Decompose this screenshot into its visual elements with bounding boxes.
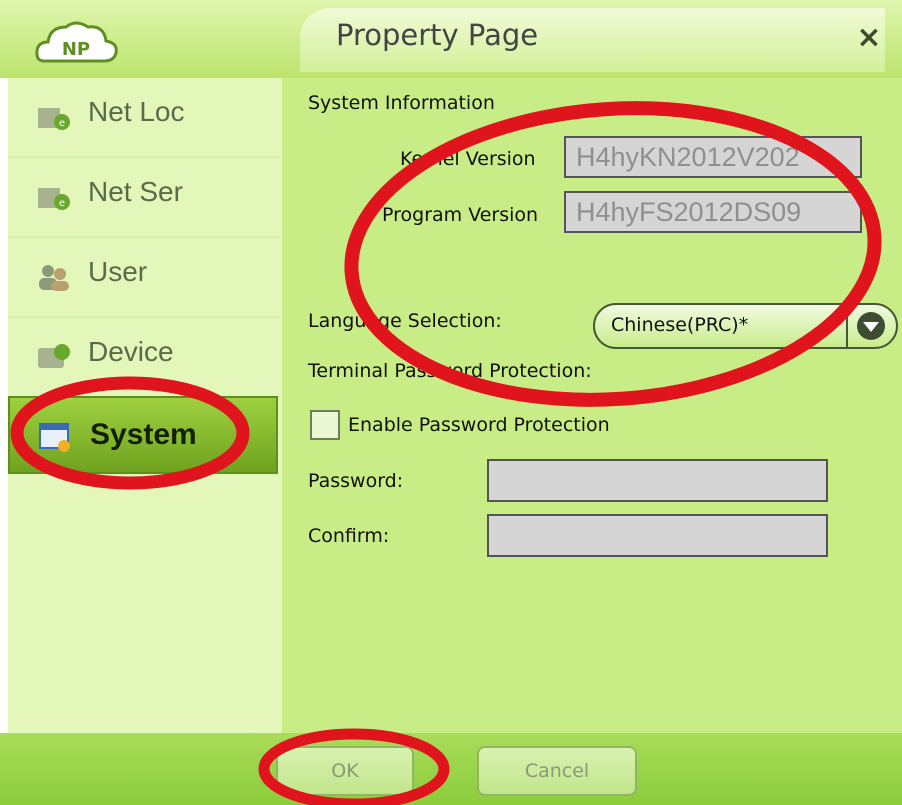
sidebar-item-device[interactable]: Device — [8, 318, 280, 398]
cancel-button[interactable]: Cancel — [477, 746, 637, 796]
sidebar-item-label: Net Loc — [88, 96, 185, 127]
sidebar-item-label: System — [90, 418, 197, 451]
language-dropdown[interactable]: Chinese(PRC)* — [593, 303, 898, 349]
chevron-down-icon — [857, 312, 885, 340]
kernel-version-field: H4hyKN2012V202 — [564, 136, 862, 178]
enable-password-label[interactable]: Enable Password Protection — [348, 414, 610, 436]
device-icon — [38, 344, 70, 368]
program-version-label: Program Version — [382, 204, 539, 226]
password-label: Password: — [308, 470, 404, 492]
sidebar-item-label: Net Ser — [88, 176, 183, 207]
language-selection-label: Language Selection: — [308, 310, 502, 332]
close-button[interactable]: × — [847, 16, 891, 60]
system-icon — [39, 423, 70, 452]
confirm-label: Confirm: — [308, 525, 390, 547]
logo-text: NP — [62, 39, 90, 60]
user-icon — [39, 265, 69, 291]
sidebar-item-label: User — [88, 256, 148, 287]
sidebar-item-system[interactable]: System — [8, 396, 278, 474]
sidebar: e Net Loc e Net Ser User Device System — [8, 78, 284, 733]
confirm-input[interactable] — [487, 514, 828, 557]
footer-bar — [0, 733, 902, 805]
svg-text:e: e — [59, 198, 65, 209]
section-title: System Information — [308, 92, 495, 114]
kernel-version-label: Kernel Version — [400, 148, 536, 170]
sidebar-item-net-ser[interactable]: e Net Ser — [8, 158, 280, 238]
enable-password-checkbox[interactable] — [310, 410, 340, 440]
net-ser-icon: e — [38, 188, 70, 210]
property-window: NP Property Page × e Net Loc e Net Ser U… — [0, 0, 902, 805]
sidebar-item-net-loc[interactable]: e Net Loc — [8, 78, 280, 158]
window-title: Property Page — [336, 18, 539, 52]
kernel-version-value: H4hyKN2012V202 — [576, 142, 800, 172]
net-loc-icon: e — [38, 108, 70, 130]
program-version-value: H4hyFS2012DS09 — [576, 197, 802, 227]
sidebar-item-user[interactable]: User — [8, 238, 280, 318]
terminal-password-label: Terminal Password Protection: — [308, 360, 592, 382]
title-bar: NP Property Page × — [0, 0, 902, 80]
program-version-field: H4hyFS2012DS09 — [564, 191, 862, 233]
svg-text:e: e — [59, 118, 65, 129]
dropdown-toggle[interactable] — [846, 303, 896, 349]
sidebar-item-label: Device — [88, 336, 174, 367]
password-input[interactable] — [487, 459, 828, 502]
ok-button[interactable]: OK — [276, 746, 414, 796]
language-dropdown-value: Chinese(PRC)* — [611, 314, 749, 336]
np-cloud-logo: NP — [35, 21, 118, 63]
